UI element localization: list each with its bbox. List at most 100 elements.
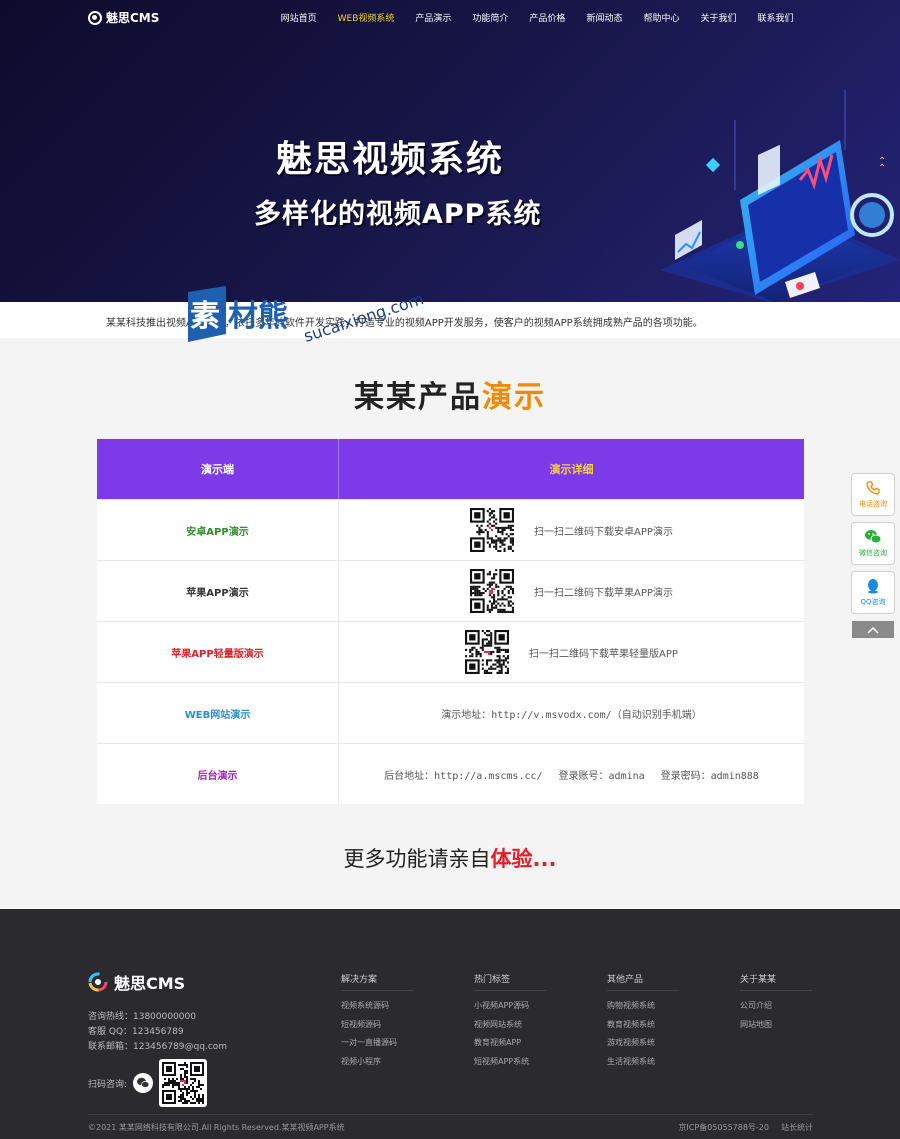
nav-item-contact[interactable]: 联系我们 [747, 11, 804, 24]
table-row: 安卓APP演示 扫一扫二维码下载安卓APP演示 [97, 499, 804, 560]
footer-link[interactable]: 视频小程序 [341, 1053, 413, 1072]
admin-address[interactable]: 后台地址：http://a.mscms.cc/ [384, 767, 542, 782]
side-wechat-button[interactable]: 微信咨询 [851, 522, 895, 565]
qr-code-icon[interactable] [465, 630, 510, 674]
demo-table: 演示端 演示详细 安卓APP演示 扫一扫二维码下载安卓APP演示 苹果APP演示… [97, 439, 804, 804]
main-menu: 网站首页 WEB视频系统 产品演示 功能简介 产品价格 新闻动态 帮助中心 关于… [270, 11, 804, 24]
svg-text:sucaixiong.com: sucaixiong.com [301, 289, 426, 346]
table-row: 苹果APP演示 扫一扫二维码下载苹果APP演示 [97, 560, 804, 621]
row-detail-text: 扫一扫二维码下载苹果轻量版APP [529, 648, 678, 660]
table-row: WEB网站演示 演示地址：http://v.msvodx.com/（自动识别手机… [97, 682, 804, 743]
section-title: 某某产品演示 [0, 372, 900, 416]
hero-subtitle: 多样化的视频APP系统 [254, 199, 542, 230]
footer-link[interactable]: 购物视频系统 [607, 997, 679, 1016]
footer-logo[interactable]: 魅思CMS [88, 970, 185, 994]
side-wechat-label: 微信咨询 [859, 549, 887, 557]
phone-icon [866, 481, 880, 495]
row-name[interactable]: 后台演示 [97, 744, 339, 804]
nav-item-news[interactable]: 新闻动态 [576, 11, 633, 24]
nav-item-web-video[interactable]: WEB视频系统 [327, 11, 405, 24]
qr-code-icon[interactable] [470, 508, 515, 552]
more-features-text: 更多功能请亲自体验... [0, 843, 900, 873]
logo-icon [88, 10, 102, 25]
nav-item-demo[interactable]: 产品演示 [405, 11, 462, 24]
logo-text: 魅思CMS [106, 11, 160, 25]
svg-text:素: 素 [190, 299, 220, 334]
footer-col-title: 解决方案 [341, 972, 413, 991]
footer-scan-label: 扫码咨询: [88, 1079, 128, 1090]
table-row: 后台演示 后台地址：http://a.mscms.cc/ 登录账号：admina… [97, 743, 804, 804]
footer-link[interactable]: 生活视频系统 [607, 1053, 679, 1072]
more-highlight: 体验... [490, 847, 557, 871]
more-text: 更多功能请亲自 [343, 847, 491, 871]
nav-item-pricing[interactable]: 产品价格 [519, 11, 576, 24]
footer-col-title: 关于某某 [740, 972, 812, 991]
footer-link[interactable]: 网站地图 [740, 1016, 812, 1035]
table-row: 苹果APP轻量版演示 扫一扫二维码下载苹果轻量版APP [97, 621, 804, 682]
side-phone-button[interactable]: 电话咨询 [851, 473, 895, 516]
footer-link[interactable]: 视频网站系统 [474, 1016, 546, 1035]
side-qq-label: QQ咨询 [860, 598, 886, 606]
top-nav: 魅思CMS 网站首页 WEB视频系统 产品演示 功能简介 产品价格 新闻动态 帮… [0, 0, 900, 34]
footer-link[interactable]: 教育视频系统 [607, 1016, 679, 1035]
footer-scan: 扫码咨询: [88, 1059, 208, 1107]
footer-link[interactable]: 短视频APP系统 [474, 1053, 546, 1072]
table-header: 演示端 演示详细 [97, 439, 804, 499]
footer-link[interactable]: 游戏视频系统 [607, 1034, 679, 1053]
row-detail-text: 扫一扫二维码下载安卓APP演示 [534, 526, 673, 538]
hero-title: 魅思视频系统 [276, 139, 505, 180]
hero-banner: 魅思CMS 网站首页 WEB视频系统 产品演示 功能简介 产品价格 新闻动态 帮… [0, 0, 900, 302]
table-header-client: 演示端 [97, 439, 339, 499]
footer-link[interactable]: 一对一直播源码 [341, 1034, 413, 1053]
back-to-top-button[interactable] [852, 621, 894, 638]
row-detail: 演示地址：http://v.msvodx.com/（自动识别手机端） [339, 683, 804, 743]
hero-illustration-icon [660, 90, 900, 302]
footer-col-title: 热门标签 [474, 972, 546, 991]
footer-col-tags: 热门标签 小视频APP源码 视频网站系统 教育视频APP 短视频APP系统 [474, 972, 546, 1071]
footer-col-solutions: 解决方案 视频系统源码 短视频源码 一对一直播源码 视频小程序 [341, 972, 413, 1071]
svg-text:材熊: 材熊 [228, 299, 288, 334]
row-detail: 扫一扫二维码下载安卓APP演示 [339, 500, 804, 560]
footer-contact: 咨询热线：13800000000 客服 QQ：123456789 联系邮箱：12… [88, 1010, 227, 1055]
nav-item-features[interactable]: 功能简介 [462, 11, 519, 24]
footer-stats-link[interactable]: 站长统计 [781, 1122, 813, 1133]
row-detail-text: 扫一扫二维码下载苹果APP演示 [534, 587, 673, 599]
footer-qr-code [159, 1059, 208, 1107]
watermark-logo-icon: 素 材熊 sucaixiong.com [188, 286, 426, 346]
admin-password: 登录密码：admin888 [660, 770, 759, 782]
side-phone-label: 电话咨询 [859, 500, 887, 508]
footer-link[interactable]: 公司介绍 [740, 997, 812, 1016]
row-name[interactable]: 苹果APP演示 [97, 561, 339, 621]
chevron-up-icon [867, 626, 879, 634]
footer-icp-link[interactable]: 京ICP备05055788号-20 [678, 1122, 769, 1133]
footer-qq: 客服 QQ：123456789 [88, 1027, 184, 1037]
footer-bottom: ©2021 某某网络科技有限公司.All Rights Reserved.某某视… [88, 1114, 813, 1133]
footer-logo-text: 魅思CMS [114, 974, 186, 993]
table-header-detail: 演示详细 [549, 463, 594, 476]
footer-col-products: 其他产品 购物视频系统 教育视频系统 游戏视频系统 生活视频系统 [607, 972, 679, 1071]
row-detail-text[interactable]: 演示地址：http://v.msvodx.com/（自动识别手机端） [441, 706, 701, 721]
row-name[interactable]: WEB网站演示 [97, 683, 339, 743]
row-name[interactable]: 安卓APP演示 [97, 500, 339, 560]
intro-strip: 某某科技推出视频APP系统，依托多年的软件开发实践，打造专业的视频APP开发服务… [0, 302, 900, 338]
section-title-highlight: 演示 [482, 380, 546, 415]
site-logo[interactable]: 魅思CMS [88, 9, 159, 26]
row-detail: 扫一扫二维码下载苹果轻量版APP [339, 622, 804, 682]
footer-copyright: ©2021 某某网络科技有限公司.All Rights Reserved.某某视… [88, 1123, 345, 1132]
footer-link[interactable]: 视频系统源码 [341, 997, 413, 1016]
row-name[interactable]: 苹果APP轻量版演示 [97, 622, 339, 682]
footer-hotline: 咨询热线：13800000000 [88, 1012, 196, 1022]
nav-item-help[interactable]: 帮助中心 [633, 11, 690, 24]
footer: 魅思CMS 咨询热线：13800000000 客服 QQ：123456789 联… [0, 909, 900, 1139]
scroll-down-icon: ⌃ ⌃ [878, 156, 887, 174]
side-qq-button[interactable]: QQ咨询 [851, 571, 895, 614]
nav-item-home[interactable]: 网站首页 [270, 11, 327, 24]
row-detail: 后台地址：http://a.mscms.cc/ 登录账号：admina 登录密码… [339, 744, 804, 804]
nav-item-about[interactable]: 关于我们 [690, 11, 747, 24]
admin-username: 登录账号：admina [558, 770, 645, 782]
footer-link[interactable]: 小视频APP源码 [474, 997, 546, 1016]
qr-code-icon[interactable] [470, 569, 515, 613]
row-detail: 扫一扫二维码下载苹果APP演示 [339, 561, 804, 621]
footer-link[interactable]: 短视频源码 [341, 1016, 413, 1035]
footer-link[interactable]: 教育视频APP [474, 1034, 546, 1053]
